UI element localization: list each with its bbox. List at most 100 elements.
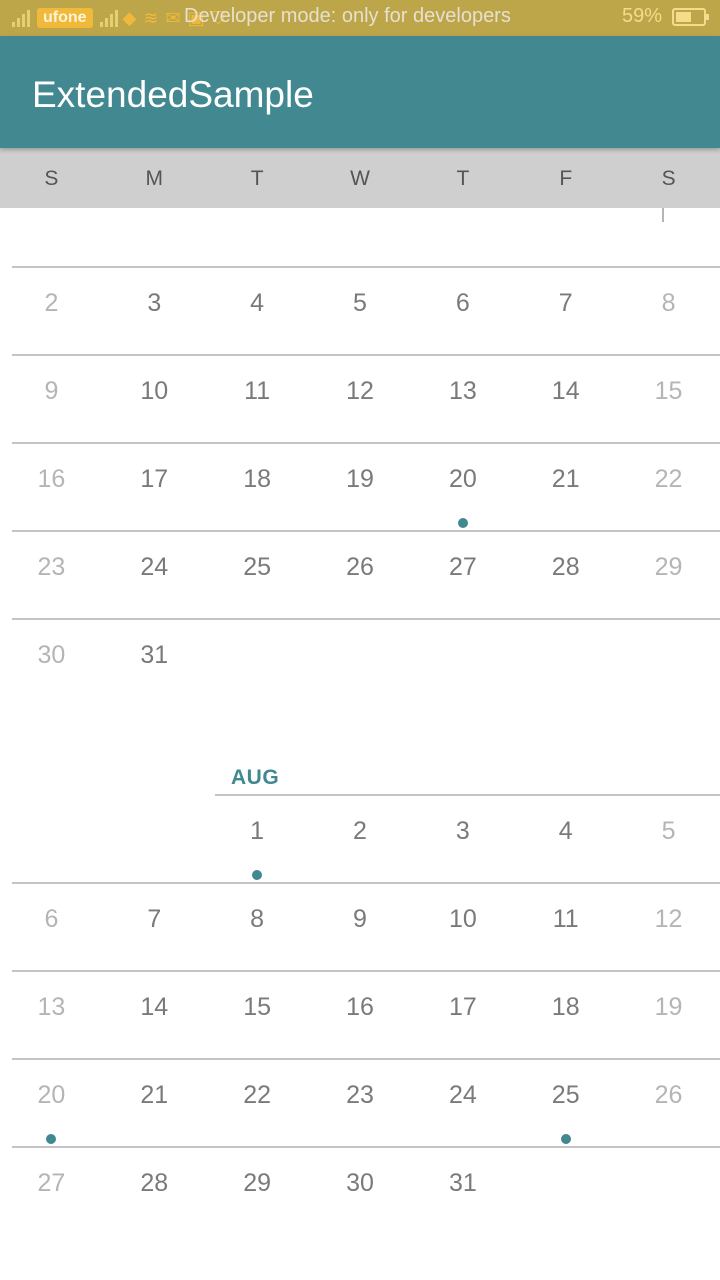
signal-icon-2 — [99, 9, 118, 27]
day-cell-aug-28[interactable]: 28 — [103, 1146, 206, 1234]
day-cell-jul-20[interactable]: 20 — [411, 442, 514, 530]
day-cell-aug-12[interactable]: 12 — [617, 882, 720, 970]
day-cell-aug-16[interactable]: 16 — [309, 970, 412, 1058]
day-cell-jul-6[interactable]: 6 — [411, 266, 514, 354]
day-cell-aug-14[interactable]: 14 — [103, 970, 206, 1058]
weekday-tue: T — [250, 167, 264, 190]
day-cell-jul-28[interactable]: 28 — [514, 530, 617, 618]
day-cell-aug-20[interactable]: 20 — [0, 1058, 103, 1146]
day-cell-jul-21[interactable]: 21 — [514, 442, 617, 530]
day-cell-aug-9[interactable]: 9 — [309, 882, 412, 970]
day-cell-aug-22[interactable]: 22 — [206, 1058, 309, 1146]
weekday-sat: S — [661, 167, 676, 190]
day-cell-aug-5[interactable]: 5 — [617, 794, 720, 882]
day-cell-jul-5[interactable]: 5 — [309, 266, 412, 354]
day-number: 28 — [140, 1169, 169, 1197]
day-cell-aug-13[interactable]: 13 — [0, 970, 103, 1058]
day-number: 23 — [346, 1081, 374, 1109]
day-cell-jul-17[interactable]: 17 — [103, 442, 206, 530]
aug-week-row: 6 7 8 9 10 11 12 — [0, 882, 720, 970]
day-number: 8 — [661, 289, 676, 317]
day-cell-jul-2[interactable]: 2 — [0, 266, 103, 354]
day-cell-jul-31[interactable]: 31 — [103, 618, 206, 706]
day-number: 21 — [140, 1081, 169, 1109]
day-cell-jul-26[interactable]: 26 — [309, 530, 412, 618]
day-number: 10 — [448, 905, 477, 933]
day-cell-aug-30[interactable]: 30 — [309, 1146, 412, 1234]
day-cell-aug-29[interactable]: 29 — [206, 1146, 309, 1234]
day-number: 29 — [243, 1169, 272, 1197]
day-number: 22 — [654, 465, 683, 493]
day-number: 1 — [250, 817, 265, 845]
day-number: 27 — [37, 1169, 66, 1197]
day-number: 31 — [448, 1169, 477, 1197]
day-cell-jul-15[interactable]: 15 — [617, 354, 720, 442]
day-number: 4 — [558, 817, 573, 845]
day-cell-aug-1[interactable]: 1 — [206, 794, 309, 882]
day-number: 17 — [140, 465, 169, 493]
day-cell-jul-27[interactable]: 27 — [411, 530, 514, 618]
day-number: 20 — [37, 1081, 66, 1109]
day-number: 24 — [140, 553, 169, 581]
day-cell-jul-14[interactable]: 14 — [514, 354, 617, 442]
battery-icon — [672, 7, 709, 26]
day-cell-aug-8[interactable]: 8 — [206, 882, 309, 970]
day-cell-jul-25[interactable]: 25 — [206, 530, 309, 618]
day-cell-jul-16[interactable]: 16 — [0, 442, 103, 530]
day-cell-jul-22[interactable]: 22 — [617, 442, 720, 530]
day-cell-jul-30[interactable]: 30 — [0, 618, 103, 706]
day-cell-aug-27[interactable]: 27 — [0, 1146, 103, 1234]
jul-week-row: 23 24 25 26 27 28 29 — [0, 530, 720, 618]
day-cell-aug-10[interactable]: 10 — [411, 882, 514, 970]
day-cell-aug-25[interactable]: 25 — [514, 1058, 617, 1146]
day-cell-aug-11[interactable]: 11 — [514, 882, 617, 970]
day-number: 7 — [558, 289, 573, 317]
day-number: 13 — [448, 377, 477, 405]
day-cell-jul-10[interactable]: 10 — [103, 354, 206, 442]
day-cell-aug-4[interactable]: 4 — [514, 794, 617, 882]
day-cell-aug-3[interactable]: 3 — [411, 794, 514, 882]
day-cell-jul-8[interactable]: 8 — [617, 266, 720, 354]
day-number: 5 — [353, 289, 367, 317]
aug-week-row: 1 2 3 4 5 — [0, 794, 720, 882]
day-cell-aug-31[interactable]: 31 — [411, 1146, 514, 1234]
day-cell-aug-17[interactable]: 17 — [411, 970, 514, 1058]
jul-week-row: 16 17 18 19 20 21 22 — [0, 442, 720, 530]
day-number: 6 — [455, 289, 470, 317]
day-cell-aug-6[interactable]: 6 — [0, 882, 103, 970]
day-cell-aug-2[interactable]: 2 — [309, 794, 412, 882]
day-cell-aug-7[interactable]: 7 — [103, 882, 206, 970]
day-cell-aug-24[interactable]: 24 — [411, 1058, 514, 1146]
day-cell-jul-29[interactable]: 29 — [617, 530, 720, 618]
day-cell-jul-11[interactable]: 11 — [206, 354, 309, 442]
day-number: 5 — [661, 817, 676, 845]
developer-mode-notice: Developer mode: only for developers — [184, 5, 511, 27]
day-number: 4 — [250, 289, 265, 317]
day-cell-jul-23[interactable]: 23 — [0, 530, 103, 618]
day-number: 19 — [346, 465, 374, 493]
day-cell-jul-13[interactable]: 13 — [411, 354, 514, 442]
day-cell-jul-24[interactable]: 24 — [103, 530, 206, 618]
day-cell-aug-15[interactable]: 15 — [206, 970, 309, 1058]
day-cell-jul-3[interactable]: 3 — [103, 266, 206, 354]
day-number: 2 — [353, 817, 367, 845]
day-cell-aug-21[interactable]: 21 — [103, 1058, 206, 1146]
day-cell-jul-12[interactable]: 12 — [309, 354, 412, 442]
day-number: 30 — [346, 1169, 374, 1197]
day-cell-jul-9[interactable]: 9 — [0, 354, 103, 442]
day-cell-aug-19[interactable]: 19 — [617, 970, 720, 1058]
day-number: 3 — [147, 289, 162, 317]
day-cell-jul-4[interactable]: 4 — [206, 266, 309, 354]
day-cell-jul-7[interactable]: 7 — [514, 266, 617, 354]
day-cell-jul-19[interactable]: 19 — [309, 442, 412, 530]
day-number: 16 — [346, 993, 374, 1021]
day-number: 14 — [551, 377, 580, 405]
day-number: 15 — [243, 993, 272, 1021]
calendar-grid[interactable]: AUG 2 3 4 5 6 7 8 9 10 11 12 13 14 15 16 17 18 19 20 21 22 23… — [0, 208, 720, 1280]
day-number: 12 — [654, 905, 683, 933]
day-cell-aug-18[interactable]: 18 — [514, 970, 617, 1058]
day-cell-jul-18[interactable]: 18 — [206, 442, 309, 530]
day-cell-aug-23[interactable]: 23 — [309, 1058, 412, 1146]
mail-icon: ✉ — [165, 7, 181, 28]
day-cell-aug-26[interactable]: 26 — [617, 1058, 720, 1146]
